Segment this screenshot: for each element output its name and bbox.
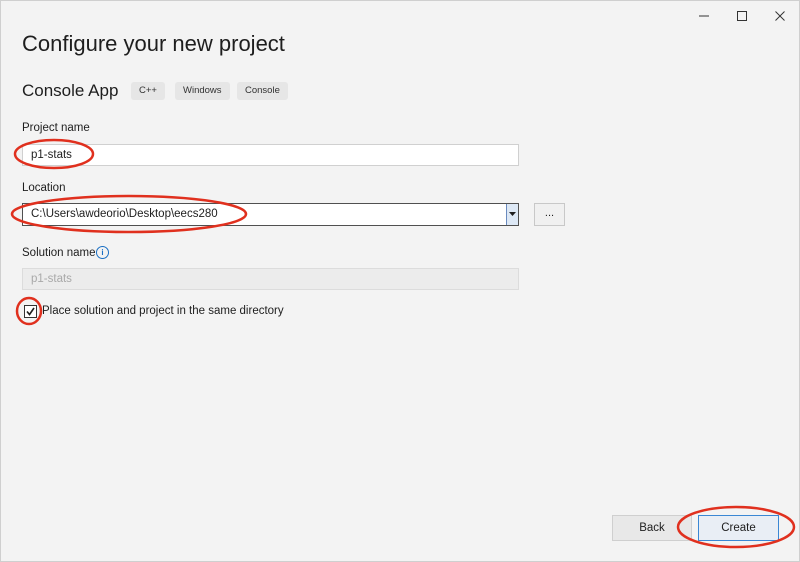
minimize-icon[interactable]: [685, 1, 723, 31]
close-icon[interactable]: [761, 1, 799, 31]
back-button[interactable]: Back: [612, 515, 692, 541]
location-label: Location: [22, 182, 66, 194]
window-controls: [685, 1, 799, 31]
create-button[interactable]: Create: [698, 515, 779, 541]
project-name-label: Project name: [22, 122, 90, 134]
location-value: C:\Users\awdeorio\Desktop\eecs280: [31, 208, 218, 220]
same-directory-label: Place solution and project in the same d…: [42, 305, 284, 317]
tag-console: Console: [237, 82, 288, 100]
solution-name-label: Solution name: [22, 247, 96, 259]
page-title: Configure your new project: [22, 31, 285, 56]
tag-windows: Windows: [175, 82, 230, 100]
location-combobox[interactable]: C:\Users\awdeorio\Desktop\eecs280: [22, 203, 519, 226]
dialog-window: Configure your new project Console App C…: [0, 0, 800, 562]
info-icon[interactable]: i: [96, 246, 109, 259]
project-name-input[interactable]: [22, 144, 519, 166]
chevron-down-icon[interactable]: [506, 204, 518, 225]
template-name: Console App: [22, 81, 119, 100]
same-directory-checkbox[interactable]: [24, 305, 37, 318]
maximize-icon[interactable]: [723, 1, 761, 31]
solution-name-input: [22, 268, 519, 290]
tag-cpp: C++: [131, 82, 165, 100]
browse-button[interactable]: ...: [534, 203, 565, 226]
checkmark-icon: [26, 307, 35, 316]
